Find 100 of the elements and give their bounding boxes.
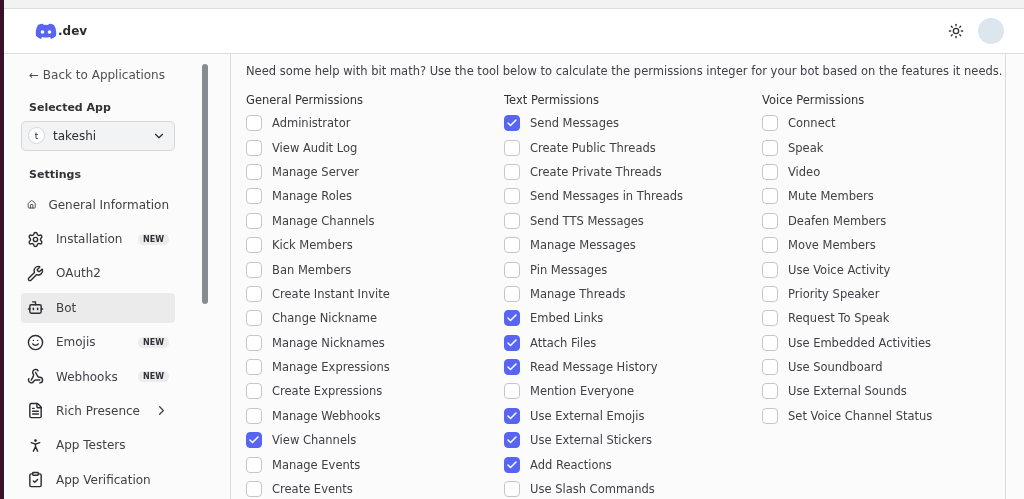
checkbox[interactable] xyxy=(762,163,778,180)
nav-item[interactable]: Webhooks NEW xyxy=(21,361,175,392)
checkbox[interactable] xyxy=(504,115,520,132)
permission-checkbox[interactable]: Read Message History xyxy=(504,354,762,380)
permission-checkbox[interactable]: Ban Members xyxy=(246,257,504,282)
checkbox[interactable] xyxy=(504,261,520,278)
permission-checkbox[interactable]: Attach Files xyxy=(504,330,762,355)
checkbox[interactable] xyxy=(504,212,520,229)
nav-item[interactable]: Bot xyxy=(21,292,175,323)
permission-checkbox[interactable]: View Audit Log xyxy=(246,135,504,160)
nav-item[interactable]: Rich Presence xyxy=(21,395,175,426)
permission-checkbox[interactable]: Set Voice Channel Status xyxy=(762,403,1002,429)
permission-checkbox[interactable]: Send Messages xyxy=(504,111,762,136)
checkbox[interactable] xyxy=(246,383,262,400)
permission-checkbox[interactable]: Administrator xyxy=(246,111,504,136)
permission-checkbox[interactable]: Use External Emojis xyxy=(504,403,762,429)
permission-checkbox[interactable]: Create Events xyxy=(246,476,504,499)
permission-checkbox[interactable]: Manage Expressions xyxy=(246,354,504,380)
checkbox[interactable] xyxy=(504,407,520,424)
checkbox[interactable] xyxy=(762,310,778,327)
checkbox[interactable] xyxy=(246,163,262,180)
checkbox[interactable] xyxy=(504,310,520,327)
permission-checkbox[interactable]: Speak xyxy=(762,135,1002,160)
back-link[interactable]: ← Back to Applications xyxy=(21,66,200,84)
nav-item[interactable]: App Testers xyxy=(21,430,175,461)
permission-checkbox[interactable]: Send TTS Messages xyxy=(504,208,762,233)
permission-checkbox[interactable]: Create Expressions xyxy=(246,379,504,404)
permission-checkbox[interactable]: Create Public Threads xyxy=(504,135,762,160)
permission-checkbox[interactable]: Manage Webhooks xyxy=(246,403,504,429)
checkbox[interactable] xyxy=(246,139,262,156)
permission-checkbox[interactable]: Pin Messages xyxy=(504,257,762,282)
permission-checkbox[interactable]: Video xyxy=(762,159,1002,185)
permission-checkbox[interactable]: Manage Channels xyxy=(246,208,504,233)
checkbox[interactable] xyxy=(246,310,262,327)
checkbox[interactable] xyxy=(762,212,778,229)
checkbox[interactable] xyxy=(504,383,520,400)
permission-checkbox[interactable]: Mute Members xyxy=(762,184,1002,209)
permission-checkbox[interactable]: Kick Members xyxy=(246,232,504,258)
permission-checkbox[interactable]: Connect xyxy=(762,111,1002,136)
permission-checkbox[interactable]: Embed Links xyxy=(504,306,762,331)
checkbox[interactable] xyxy=(762,359,778,376)
checkbox[interactable] xyxy=(762,139,778,156)
permission-checkbox[interactable]: Use Slash Commands xyxy=(504,476,762,499)
checkbox[interactable] xyxy=(762,285,778,302)
checkbox[interactable] xyxy=(504,237,520,254)
checkbox[interactable] xyxy=(762,188,778,205)
permission-checkbox[interactable]: Use External Sounds xyxy=(762,379,1002,404)
checkbox[interactable] xyxy=(504,359,520,376)
checkbox[interactable] xyxy=(246,481,262,498)
checkbox[interactable] xyxy=(246,237,262,254)
permission-checkbox[interactable]: Use Embedded Activities xyxy=(762,330,1002,355)
checkbox[interactable] xyxy=(504,481,520,498)
permission-checkbox[interactable]: Create Private Threads xyxy=(504,159,762,185)
permission-checkbox[interactable]: Move Members xyxy=(762,232,1002,258)
checkbox[interactable] xyxy=(246,407,262,424)
checkbox[interactable] xyxy=(762,383,778,400)
permission-checkbox[interactable]: Request To Speak xyxy=(762,306,1002,331)
permission-checkbox[interactable]: Use External Stickers xyxy=(504,428,762,453)
permission-checkbox[interactable]: Priority Speaker xyxy=(762,281,1002,307)
permission-checkbox[interactable]: Manage Nicknames xyxy=(246,330,504,355)
checkbox[interactable] xyxy=(504,163,520,180)
avatar[interactable] xyxy=(978,18,1004,44)
permission-checkbox[interactable]: Manage Events xyxy=(246,452,504,477)
checkbox[interactable] xyxy=(504,456,520,473)
permission-checkbox[interactable]: Manage Roles xyxy=(246,184,504,209)
nav-item[interactable]: Emojis NEW xyxy=(21,327,175,358)
nav-item[interactable]: Installation NEW xyxy=(21,224,175,255)
checkbox[interactable] xyxy=(246,334,262,351)
checkbox[interactable] xyxy=(246,212,262,229)
checkbox[interactable] xyxy=(246,359,262,376)
scrollbar[interactable] xyxy=(202,64,208,304)
permission-checkbox[interactable]: Change Nickname xyxy=(246,306,504,331)
checkbox[interactable] xyxy=(246,285,262,302)
checkbox[interactable] xyxy=(246,188,262,205)
checkbox[interactable] xyxy=(504,334,520,351)
permission-checkbox[interactable]: Deafen Members xyxy=(762,208,1002,233)
permission-checkbox[interactable]: Use Soundboard xyxy=(762,354,1002,380)
permission-checkbox[interactable]: Manage Threads xyxy=(504,281,762,307)
checkbox[interactable] xyxy=(504,139,520,156)
permission-checkbox[interactable]: Mention Everyone xyxy=(504,379,762,404)
permission-checkbox[interactable]: Send Messages in Threads xyxy=(504,184,762,209)
nav-item[interactable]: App Verification xyxy=(21,464,175,495)
checkbox[interactable] xyxy=(762,261,778,278)
checkbox[interactable] xyxy=(504,188,520,205)
app-select[interactable]: t takeshi xyxy=(21,121,175,151)
checkbox[interactable] xyxy=(762,237,778,254)
checkbox[interactable] xyxy=(246,115,262,132)
checkbox[interactable] xyxy=(246,261,262,278)
permission-checkbox[interactable]: Use Voice Activity xyxy=(762,257,1002,282)
nav-item[interactable]: OAuth2 xyxy=(21,258,175,289)
nav-item[interactable]: General Information xyxy=(21,189,175,220)
checkbox[interactable] xyxy=(246,432,262,449)
permission-checkbox[interactable]: Create Instant Invite xyxy=(246,281,504,307)
checkbox[interactable] xyxy=(762,334,778,351)
theme-toggle-icon[interactable] xyxy=(948,23,964,39)
permission-checkbox[interactable]: Manage Server xyxy=(246,159,504,185)
permission-checkbox[interactable]: Manage Messages xyxy=(504,232,762,258)
permission-checkbox[interactable]: Add Reactions xyxy=(504,452,762,477)
checkbox[interactable] xyxy=(504,432,520,449)
checkbox[interactable] xyxy=(762,407,778,424)
